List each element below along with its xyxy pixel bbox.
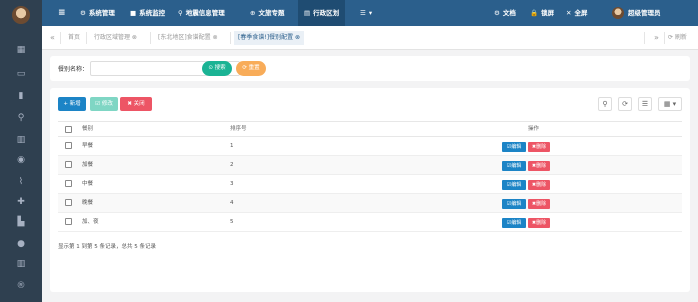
search-button[interactable]: ⊙ 搜索 xyxy=(202,61,232,76)
column-order: 排序号 xyxy=(230,126,247,132)
meal-name: 中餐 xyxy=(82,181,94,187)
tab-scroll-left[interactable]: « xyxy=(50,26,55,50)
row-edit-button[interactable]: ☑编辑 xyxy=(502,199,526,209)
column-actions: 操作 xyxy=(528,126,540,132)
table-panel: + 新增 ☑ 修改 ✖ 关闭 ⚲ ⟳ ☰ ▦ ▾ 餐别 排序号 操作 早餐 1 … xyxy=(50,88,690,292)
nav-item-system-management[interactable]: ⚙ 系统管理 xyxy=(80,0,115,26)
avatar[interactable] xyxy=(12,6,30,24)
table-row: 加、夜 5 ☑编辑 ✖删除 xyxy=(58,213,682,232)
tab-admin-region[interactable]: 行政区域管理 ⊗ xyxy=(94,26,137,50)
reset-button[interactable]: ⟳ 重置 xyxy=(236,61,266,76)
table-header: 餐别 排序号 操作 xyxy=(58,121,682,137)
add-button[interactable]: + 新增 xyxy=(58,97,86,111)
list-view-icon[interactable]: ☰ xyxy=(638,97,652,111)
row-checkbox[interactable] xyxy=(65,199,72,206)
meal-name: 加餐 xyxy=(82,162,94,168)
stats-icon[interactable]: ⌇ xyxy=(14,176,28,188)
row-edit-button[interactable]: ☑编辑 xyxy=(502,180,526,190)
page-tabs: « 首页 行政区域管理 ⊗ [东北地区]食谱配置 ⊗ [春季食谱!]餐别配置 ⊗… xyxy=(42,26,698,50)
meal-name: 晚餐 xyxy=(82,200,94,206)
sort-order: 4 xyxy=(230,200,234,206)
sidebar: ▦ ▭ ▮ ⚲ ▥ ◉ ⌇ ✚ ▙ ● ▥ ® xyxy=(0,0,42,302)
row-edit-button[interactable]: ☑编辑 xyxy=(502,142,526,152)
user-avatar xyxy=(612,7,624,19)
row-delete-button[interactable]: ✖删除 xyxy=(528,142,550,152)
nav-item-more[interactable]: ☰ ▾ xyxy=(360,0,372,26)
row-delete-button[interactable]: ✖删除 xyxy=(528,161,550,171)
tab-divider xyxy=(644,32,645,44)
row-edit-button[interactable]: ☑编辑 xyxy=(502,161,526,171)
column-meal: 餐别 xyxy=(82,126,94,132)
graph-icon[interactable]: ▥ xyxy=(14,258,28,270)
table-row: 早餐 1 ☑编辑 ✖删除 xyxy=(58,137,682,156)
circle-icon[interactable]: ● xyxy=(14,238,28,250)
sort-order: 2 xyxy=(230,162,234,168)
tab-home[interactable]: 首页 xyxy=(68,26,80,50)
row-edit-button[interactable]: ☑编辑 xyxy=(502,218,526,228)
nav-item-earthquake[interactable]: ⚲ 地震信息管理 xyxy=(178,0,225,26)
bar-chart-icon[interactable]: ▙ xyxy=(14,216,28,228)
row-delete-button[interactable]: ✖删除 xyxy=(528,218,550,228)
row-delete-button[interactable]: ✖删除 xyxy=(528,180,550,190)
sort-order: 3 xyxy=(230,181,234,187)
plus-icon[interactable]: ✚ xyxy=(14,196,28,208)
nav-item-system-monitor[interactable]: ■ 系统监控 xyxy=(130,0,165,26)
top-navbar: ≡ ⚙ 系统管理 ■ 系统监控 ⚲ 地震信息管理 ⊕ 文旅专题 ▤ 行政区划 ☰ ▾ ⚙ 文档… xyxy=(42,0,698,26)
registered-icon[interactable]: ® xyxy=(14,280,28,292)
menu-toggle-icon[interactable]: ≡ xyxy=(58,0,66,26)
meal-name: 加、夜 xyxy=(82,219,99,225)
row-checkbox[interactable] xyxy=(65,218,72,225)
nav-item-admin-division[interactable]: ▤ 行政区划 xyxy=(298,0,346,26)
tab-meal-config[interactable]: [春季食谱!]餐别配置 ⊗ xyxy=(234,31,305,45)
tab-divider xyxy=(230,32,231,44)
user-menu[interactable]: 超级管理员 xyxy=(612,0,661,26)
row-checkbox[interactable] xyxy=(65,180,72,187)
table-row: 晚餐 4 ☑编辑 ✖删除 xyxy=(58,194,682,213)
monitor-icon[interactable]: ▭ xyxy=(14,68,28,80)
fullscreen-link[interactable]: ✕ 全屏 xyxy=(566,0,587,26)
book-icon[interactable]: ▮ xyxy=(14,90,28,102)
select-all-checkbox[interactable] xyxy=(65,126,72,133)
tab-divider xyxy=(664,32,665,44)
docs-link[interactable]: ⚙ 文档 xyxy=(494,0,516,26)
close-button[interactable]: ✖ 关闭 xyxy=(120,97,152,111)
sort-order: 1 xyxy=(230,143,234,149)
row-checkbox[interactable] xyxy=(65,161,72,168)
columns-icon[interactable]: ▦ ▾ xyxy=(658,97,682,111)
nav-item-culture-tourism[interactable]: ⊕ 文旅专题 xyxy=(250,0,284,26)
table-row: 中餐 3 ☑编辑 ✖删除 xyxy=(58,175,682,194)
tab-divider xyxy=(150,32,151,44)
location-icon[interactable]: ⚲ xyxy=(14,112,28,124)
row-delete-button[interactable]: ✖删除 xyxy=(528,199,550,209)
search-form: 餐别名称： ⊙ 搜索 ⟳ 重置 xyxy=(50,56,690,81)
row-checkbox[interactable] xyxy=(65,142,72,149)
refresh-tab-button[interactable]: ⟳ 刷新 xyxy=(668,26,687,50)
tab-divider xyxy=(86,32,87,44)
globe-icon[interactable]: ◉ xyxy=(14,154,28,166)
lock-screen-link[interactable]: 🔒 锁屏 xyxy=(530,0,554,26)
tab-divider xyxy=(60,32,61,44)
refresh-icon[interactable]: ⟳ xyxy=(618,97,632,111)
tab-scroll-right[interactable]: » xyxy=(654,26,659,50)
edit-button[interactable]: ☑ 修改 xyxy=(90,97,118,111)
pagination-info: 显示第 1 到第 5 条记录，总共 5 条记录 xyxy=(58,244,156,250)
sort-order: 5 xyxy=(230,219,234,225)
meal-name-label: 餐别名称： xyxy=(58,66,89,73)
chart-icon[interactable]: ▥ xyxy=(14,134,28,146)
table-row: 加餐 2 ☑编辑 ✖删除 xyxy=(58,156,682,175)
search-toggle-icon[interactable]: ⚲ xyxy=(598,97,612,111)
grid-icon[interactable]: ▦ xyxy=(14,44,28,56)
tab-menu-config[interactable]: [东北地区]食谱配置 ⊗ xyxy=(158,26,218,50)
meal-name: 早餐 xyxy=(82,143,94,149)
